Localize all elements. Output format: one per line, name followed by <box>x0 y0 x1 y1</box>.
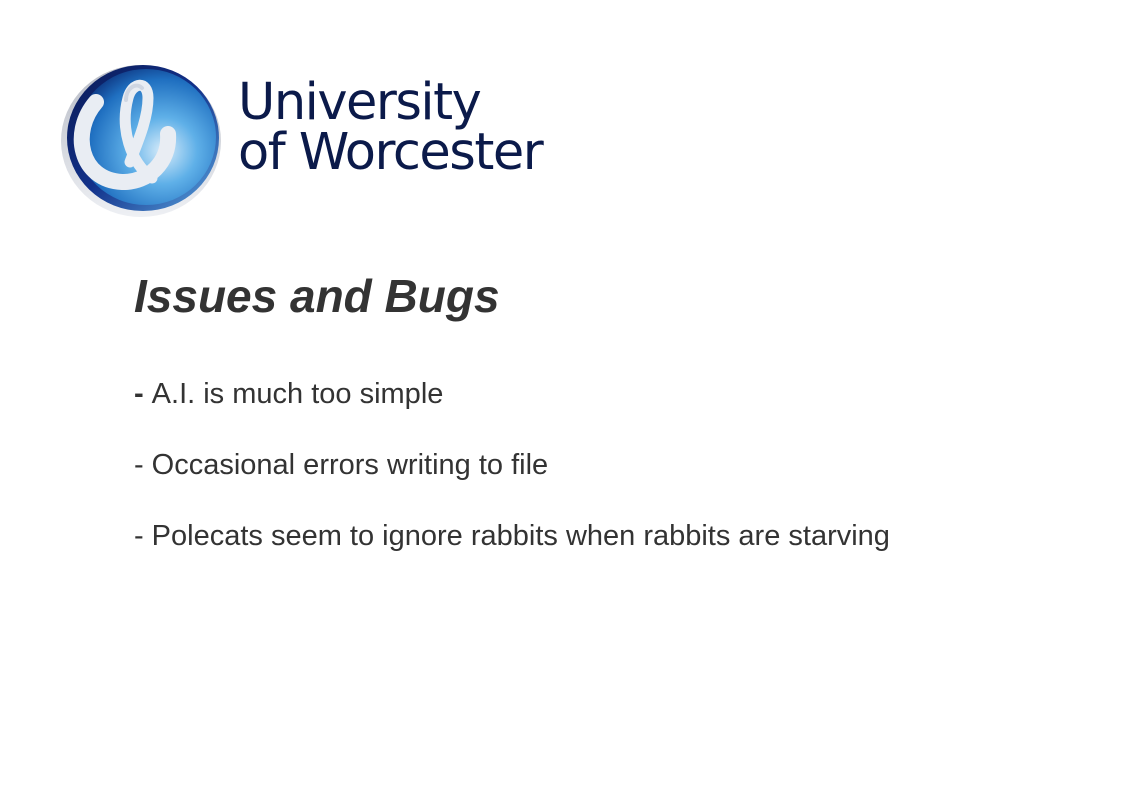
bullet-text: A.I. is much too simple <box>151 378 444 410</box>
logo-line-2: of Worcester <box>238 123 544 182</box>
globe-emblem-icon <box>61 65 221 217</box>
bullet-item: - Occasional errors writing to file <box>134 445 890 485</box>
slide-title: Issues and Bugs <box>134 270 500 322</box>
bullet-text: Polecats seem to ignore rabbits when rab… <box>151 520 890 552</box>
bullet-dash: - <box>134 378 144 410</box>
logo-line-1: University <box>238 73 482 132</box>
bullet-item: - Polecats seem to ignore rabbits when ra… <box>134 516 890 556</box>
bullet-text: Occasional errors writing to file <box>151 449 549 481</box>
bullet-dash: - <box>134 520 144 552</box>
bullet-list: - A.I. is much too simple - Occasional err… <box>134 374 890 587</box>
logo-wordmark: University of Worcester <box>238 73 544 182</box>
university-logo: University of Worcester <box>60 62 580 220</box>
bullet-item: - A.I. is much too simple <box>134 374 890 414</box>
bullet-dash: - <box>134 449 144 481</box>
